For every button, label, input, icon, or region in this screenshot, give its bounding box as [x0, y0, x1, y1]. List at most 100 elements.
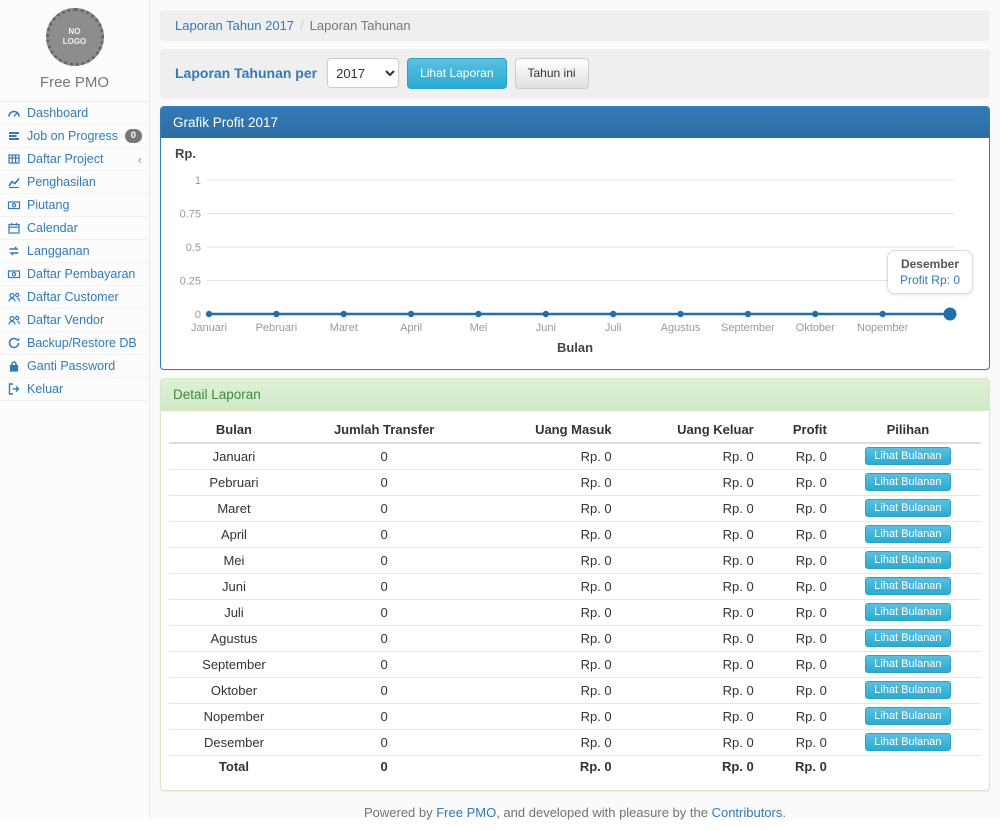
cell-pilihan: Lihat Bulanan — [835, 703, 981, 729]
x-tick-label: Juni — [536, 322, 556, 334]
lihat-bulanan-button[interactable]: Lihat Bulanan — [865, 551, 950, 569]
cell-jumlah-transfer: 0 — [299, 703, 470, 729]
x-tick-label: Agustus — [661, 322, 701, 334]
cell-pilihan — [835, 755, 981, 778]
table-row: Juni0Rp. 0Rp. 0Rp. 0Lihat Bulanan — [169, 573, 981, 599]
sidebar-item-job-on-progress[interactable]: Job on Progress0 — [0, 125, 149, 148]
money-icon — [7, 198, 22, 212]
col-header-bulan: Bulan — [169, 417, 299, 443]
page-footer: Powered by Free PMO, and developed with … — [160, 791, 990, 830]
data-point-desember[interactable] — [944, 307, 957, 320]
year-select[interactable]: 2017 — [327, 58, 399, 88]
cell-jumlah-transfer: 0 — [299, 625, 470, 651]
lihat-bulanan-button[interactable]: Lihat Bulanan — [865, 733, 950, 751]
app-window: NO LOGO Free PMO DashboardJob on Progres… — [0, 0, 1000, 819]
data-point-oktober[interactable] — [812, 311, 818, 317]
cell-jumlah-transfer: 0 — [299, 599, 470, 625]
lihat-bulanan-button[interactable]: Lihat Bulanan — [865, 525, 950, 543]
cell-bulan: Nopember — [169, 703, 299, 729]
data-point-agustus[interactable] — [677, 311, 683, 317]
footer-link-contributors[interactable]: Contributors — [712, 805, 783, 820]
chart-tooltip: Desember Profit Rp: 0 — [887, 250, 973, 294]
sidebar-item-label: Piutang — [27, 198, 69, 212]
sidebar-item-label: Ganti Password — [27, 359, 115, 373]
sidebar-item-ganti-password[interactable]: Ganti Password — [0, 355, 149, 378]
lihat-bulanan-button[interactable]: Lihat Bulanan — [865, 707, 950, 725]
cell-profit: Rp. 0 — [762, 495, 835, 521]
sidebar-item-daftar-pembayaran[interactable]: Daftar Pembayaran — [0, 263, 149, 286]
x-tick-label: Juli — [605, 322, 622, 334]
cell-uang-masuk: Rp. 0 — [469, 729, 619, 755]
cell-uang-keluar: Rp. 0 — [620, 469, 762, 495]
cell-uang-keluar: Rp. 0 — [620, 495, 762, 521]
breadcrumb-active: Laporan Tahunan — [310, 18, 411, 33]
data-point-mei[interactable] — [475, 311, 481, 317]
lihat-bulanan-button[interactable]: Lihat Bulanan — [865, 577, 950, 595]
cell-uang-keluar: Rp. 0 — [620, 521, 762, 547]
footer-link-free-pmo[interactable]: Free PMO — [436, 805, 496, 820]
sidebar: NO LOGO Free PMO DashboardJob on Progres… — [0, 0, 150, 819]
x-tick-label: Maret — [330, 322, 358, 334]
data-point-april[interactable] — [408, 311, 414, 317]
y-tick-label: 0.5 — [186, 242, 201, 254]
y-tick-label: 0 — [195, 309, 201, 321]
data-point-pebruari[interactable] — [273, 311, 279, 317]
main-content: Laporan Tahun 2017 / Laporan Tahunan Lapor… — [150, 0, 1000, 819]
lihat-bulanan-button[interactable]: Lihat Bulanan — [865, 473, 950, 491]
lihat-bulanan-button[interactable]: Lihat Bulanan — [865, 499, 950, 517]
sidebar-item-daftar-vendor[interactable]: Daftar Vendor — [0, 309, 149, 332]
detail-report-table: Bulan Jumlah Transfer Uang Masuk Uang Ke… — [169, 417, 981, 778]
sidebar-item-calendar[interactable]: Calendar — [0, 217, 149, 240]
sidebar-item-piutang[interactable]: Piutang — [0, 194, 149, 217]
data-point-juli[interactable] — [610, 311, 616, 317]
data-point-maret[interactable] — [341, 311, 347, 317]
tooltip-value: Profit Rp: 0 — [900, 273, 960, 287]
chevron-left-icon: ‹ — [138, 153, 142, 166]
sidebar-item-daftar-project[interactable]: Daftar Project‹ — [0, 148, 149, 171]
lihat-bulanan-button[interactable]: Lihat Bulanan — [865, 655, 950, 673]
cell-uang-masuk: Rp. 0 — [469, 677, 619, 703]
cell-uang-keluar: Rp. 0 — [620, 703, 762, 729]
cell-bulan: Mei — [169, 547, 299, 573]
sidebar-item-label: Keluar — [27, 382, 63, 396]
cell-uang-keluar: Rp. 0 — [620, 625, 762, 651]
breadcrumb-separator: / — [300, 18, 304, 33]
data-point-januari[interactable] — [206, 311, 212, 317]
data-point-september[interactable] — [745, 311, 751, 317]
breadcrumb-link-laporan-tahun[interactable]: Laporan Tahun 2017 — [175, 18, 294, 33]
footer-text-middle: , and developed with pleasure by the — [496, 805, 711, 820]
cell-pilihan: Lihat Bulanan — [835, 651, 981, 677]
cell-jumlah-transfer: 0 — [299, 677, 470, 703]
cell-uang-keluar: Rp. 0 — [620, 755, 762, 778]
cell-bulan: Agustus — [169, 625, 299, 651]
chart-x-axis-label: Bulan — [175, 338, 975, 363]
cell-uang-keluar: Rp. 0 — [620, 677, 762, 703]
sidebar-item-dashboard[interactable]: Dashboard — [0, 102, 149, 125]
sidebar-item-label: Daftar Pembayaran — [27, 267, 135, 281]
sidebar-item-backup-restore-db[interactable]: Backup/Restore DB — [0, 332, 149, 355]
tahun-ini-button[interactable]: Tahun ini — [515, 58, 589, 89]
cell-pilihan: Lihat Bulanan — [835, 547, 981, 573]
cell-bulan: Maret — [169, 495, 299, 521]
filter-label: Laporan Tahunan per — [175, 65, 317, 81]
data-point-juni[interactable] — [543, 311, 549, 317]
sidebar-item-keluar[interactable]: Keluar — [0, 378, 149, 401]
profit-chart[interactable]: 00.250.50.751JanuariPebruariMaretAprilMe… — [175, 166, 973, 338]
sidebar-item-langganan[interactable]: Langganan — [0, 240, 149, 263]
cell-bulan: Oktober — [169, 677, 299, 703]
lihat-bulanan-button[interactable]: Lihat Bulanan — [865, 603, 950, 621]
cell-profit: Rp. 0 — [762, 625, 835, 651]
lihat-bulanan-button[interactable]: Lihat Bulanan — [865, 447, 950, 465]
cell-jumlah-transfer: 0 — [299, 521, 470, 547]
lihat-bulanan-button[interactable]: Lihat Bulanan — [865, 629, 950, 647]
cell-uang-masuk: Rp. 0 — [469, 547, 619, 573]
cell-bulan: Juli — [169, 599, 299, 625]
col-header-uang-masuk: Uang Masuk — [469, 417, 619, 443]
sidebar-item-penghasilan[interactable]: Penghasilan — [0, 171, 149, 194]
lock-icon — [7, 359, 22, 373]
data-point-nopember[interactable] — [879, 311, 885, 317]
sidebar-item-daftar-customer[interactable]: Daftar Customer — [0, 286, 149, 309]
lihat-laporan-button[interactable]: Lihat Laporan — [407, 58, 506, 89]
lihat-bulanan-button[interactable]: Lihat Bulanan — [865, 681, 950, 699]
x-tick-label: Mei — [470, 322, 488, 334]
